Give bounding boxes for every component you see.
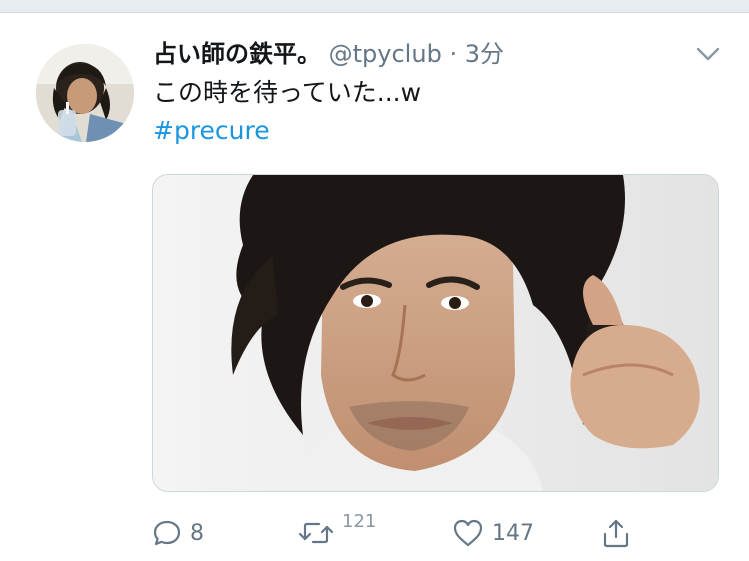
top-separator (0, 0, 749, 13)
tweet-header: 占い師の鉄平。 @tpyclub · 3分 (153, 37, 504, 71)
heart-icon (452, 518, 484, 548)
user-handle[interactable]: @tpyclub (329, 40, 442, 68)
reply-button[interactable]: 8 (152, 513, 204, 553)
timestamp[interactable]: 3分 (465, 40, 504, 68)
chevron-down-icon[interactable] (694, 43, 722, 65)
tweet-card[interactable]: 占い師の鉄平。 @tpyclub · 3分 この時を待っていた...w #pre… (0, 13, 749, 561)
like-count: 147 (492, 520, 534, 546)
avatar-photo (36, 44, 134, 142)
hashtag-link[interactable]: #precure (153, 113, 270, 149)
retweet-icon (298, 518, 334, 548)
like-button[interactable]: 147 (452, 513, 534, 553)
tweet-actions: 8 121 147 (0, 511, 749, 553)
retweet-button[interactable] (298, 513, 334, 553)
tweet-media-photo[interactable] (152, 174, 719, 492)
separator-dot: · (449, 40, 458, 68)
display-name[interactable]: 占い師の鉄平。 (153, 40, 321, 68)
share-icon (600, 517, 632, 549)
retweet-count: 121 (342, 511, 377, 532)
reply-icon (152, 518, 182, 548)
photo-image (153, 175, 718, 491)
share-button[interactable] (600, 513, 632, 553)
tweet-text: この時を待っていた...w (153, 78, 422, 107)
avatar[interactable] (36, 44, 134, 142)
reply-count: 8 (190, 520, 204, 546)
